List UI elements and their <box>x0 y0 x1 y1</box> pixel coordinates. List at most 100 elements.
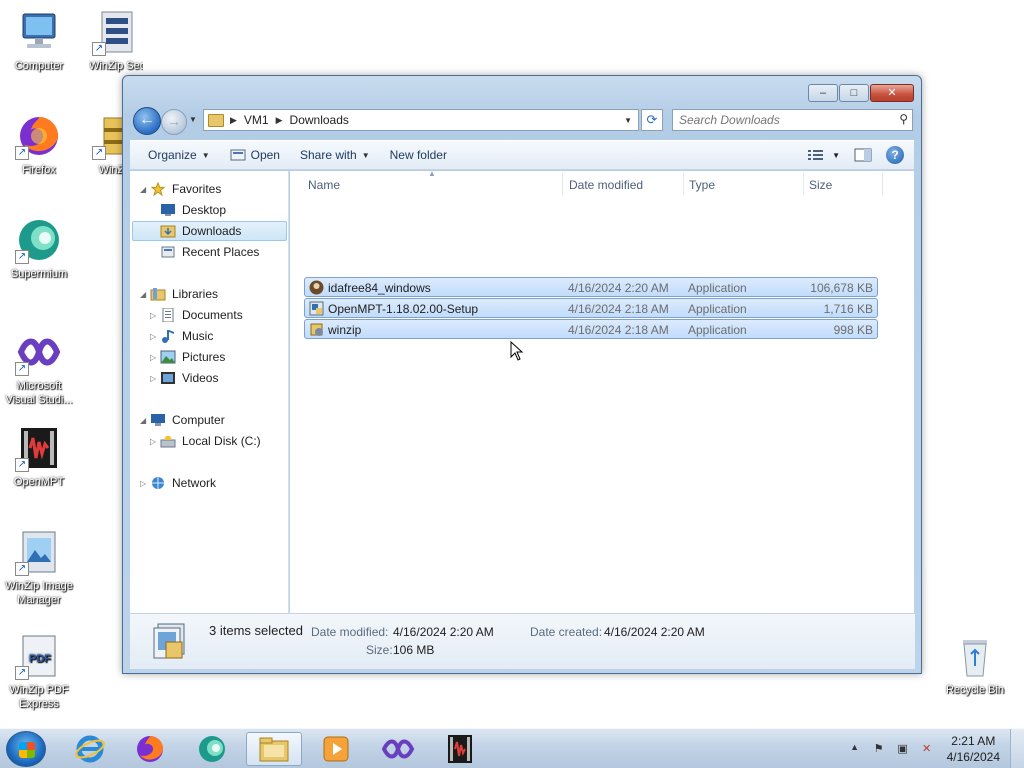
winzip-secure-icon: ↗ <box>92 8 140 56</box>
refresh-button[interactable]: ⟳ <box>641 109 663 131</box>
breadcrumb-vm1[interactable]: VM1 <box>244 113 269 127</box>
nav-favorites[interactable]: ◢ Favorites <box>140 179 221 199</box>
downloads-folder-icon <box>160 225 176 238</box>
recent-pages-dropdown[interactable]: ▼ <box>189 115 197 124</box>
desktop-icon-firefox[interactable]: ↗ Firefox <box>1 112 77 177</box>
breadcrumb-downloads[interactable]: Downloads <box>290 113 349 127</box>
file-date: 4/16/2024 2:18 AM <box>568 323 669 337</box>
desktop-icon-computer[interactable]: Computer <box>1 8 77 73</box>
command-bar: Organize ▼ Open Share with ▼ New folder … <box>130 140 914 170</box>
expand-triangle-icon[interactable]: ◢ <box>140 290 150 299</box>
nav-computer-label: Computer <box>172 413 225 427</box>
network-tray-icon[interactable]: ▣ <box>895 742 911 756</box>
taskbar-supermium[interactable] <box>184 732 240 766</box>
back-button[interactable]: ← <box>133 107 161 135</box>
desktop-icon-winzip-image-manager[interactable]: ↗ WinZip Image Manager <box>1 528 77 607</box>
help-button[interactable]: ? <box>886 146 904 164</box>
expand-triangle-icon[interactable]: ◢ <box>140 416 150 425</box>
recycle-bin-icon <box>951 632 999 680</box>
taskbar-firefox[interactable] <box>122 732 178 766</box>
chevron-down-icon: ▼ <box>832 150 840 160</box>
open-button[interactable]: Open <box>220 143 290 167</box>
new-folder-button[interactable]: New folder <box>380 143 457 167</box>
preview-pane-icon[interactable] <box>854 148 872 162</box>
winzip-image-manager-icon: ↗ <box>15 528 63 576</box>
expand-arrow-icon[interactable]: ▷ <box>150 311 160 320</box>
organize-button[interactable]: Organize ▼ <box>138 143 220 167</box>
nav-desktop[interactable]: Desktop <box>160 200 226 220</box>
address-bar[interactable]: ▶ VM1 ▶ Downloads ▼ <box>203 109 639 131</box>
minimize-button[interactable]: ‒ <box>808 84 838 102</box>
address-dropdown-icon[interactable]: ▼ <box>624 116 632 125</box>
selection-count: 3 items selected <box>209 623 303 638</box>
nav-recent-places[interactable]: Recent Places <box>160 242 259 262</box>
file-list[interactable]: Name ▲ Date modified Type Size idafree84… <box>290 169 914 613</box>
start-button[interactable] <box>6 731 46 767</box>
desktop-icon-supermium[interactable]: ↗ Supermium <box>1 216 77 281</box>
action-center-flag-icon[interactable]: ⚑ <box>871 742 887 756</box>
caption-buttons: ‒ □ ✕ <box>808 84 914 102</box>
nav-libraries[interactable]: ◢ Libraries <box>140 284 218 304</box>
star-icon <box>150 182 166 196</box>
clock-date: 4/16/2024 <box>946 750 1000 764</box>
file-row-winzip[interactable]: winzip 4/16/2024 2:18 AM Application 998… <box>304 319 878 339</box>
nav-videos[interactable]: ▷ Videos <box>150 368 218 388</box>
multiple-files-icon <box>153 623 185 659</box>
search-input[interactable] <box>673 110 883 130</box>
desktop-icon-visual-studio[interactable]: ↗ Microsoft Visual Studi... <box>1 328 77 407</box>
computer-icon <box>151 414 165 426</box>
nav-pictures[interactable]: ▷ Pictures <box>150 347 225 367</box>
expand-arrow-icon[interactable]: ▷ <box>150 353 160 362</box>
nav-local-disk[interactable]: ▷ Local Disk (C:) <box>150 431 261 451</box>
expand-arrow-icon[interactable]: ▷ <box>150 332 160 341</box>
show-desktop-button[interactable] <box>1010 729 1024 768</box>
column-date-modified[interactable]: Date modified <box>569 178 643 192</box>
share-with-button[interactable]: Share with ▼ <box>290 143 380 167</box>
taskbar-visual-studio[interactable] <box>370 732 426 766</box>
openmpt-icon: ↗ <box>15 424 63 472</box>
clock[interactable]: 2:21 AM 4/16/2024 <box>947 733 1000 765</box>
folder-icon <box>208 113 224 127</box>
file-row-openmpt-setup[interactable]: OpenMPT-1.18.02.00-Setup 4/16/2024 2:18 … <box>304 298 878 318</box>
nav-downloads[interactable]: Downloads <box>132 221 287 241</box>
internet-explorer-icon <box>75 735 105 763</box>
taskbar-media-player[interactable] <box>308 732 364 766</box>
file-size: 1,716 KB <box>823 302 873 316</box>
volume-muted-icon[interactable]: ✕ <box>919 742 935 756</box>
svg-text:PDF: PDF <box>29 653 51 665</box>
maximize-button[interactable]: □ <box>839 84 869 102</box>
expand-arrow-icon[interactable]: ▷ <box>150 374 160 383</box>
desktop-icon-openmpt[interactable]: ↗ OpenMPT <box>1 424 77 489</box>
expand-arrow-icon[interactable]: ▷ <box>150 437 160 446</box>
expand-arrow-icon[interactable]: ▷ <box>140 479 150 488</box>
nav-network[interactable]: ▷ Network <box>140 473 216 493</box>
nav-documents[interactable]: ▷ Documents <box>150 305 243 325</box>
change-view-button[interactable]: ▼ <box>808 149 840 161</box>
show-hidden-icons-button[interactable]: ▲ <box>847 742 863 756</box>
supermium-icon <box>199 736 225 762</box>
file-row-idafree[interactable]: idafree84_windows 4/16/2024 2:20 AM Appl… <box>304 277 878 297</box>
column-name[interactable]: Name <box>308 178 340 192</box>
nav-music[interactable]: ▷ Music <box>150 326 213 346</box>
taskbar-internet-explorer[interactable] <box>62 732 118 766</box>
explorer-window[interactable]: ‒ □ ✕ ← → ▼ ▶ VM1 ▶ Downloads ▼ ⟳ ⚲ Orga… <box>122 75 922 674</box>
column-size[interactable]: Size <box>809 178 832 192</box>
taskbar-windows-explorer[interactable] <box>246 732 302 766</box>
nav-computer[interactable]: ◢ Computer <box>140 410 225 430</box>
firefox-icon <box>137 735 164 762</box>
close-button[interactable]: ✕ <box>870 84 914 102</box>
desktop-icon-recycle-bin[interactable]: Recycle Bin <box>937 632 1013 697</box>
firefox-icon: ↗ <box>15 112 63 160</box>
nav-documents-label: Documents <box>182 308 243 322</box>
taskbar-openmpt[interactable] <box>432 732 488 766</box>
forward-button[interactable]: → <box>161 109 187 135</box>
taskbar: ▲ ⚑ ▣ ✕ 2:21 AM 4/16/2024 <box>0 728 1024 768</box>
column-type[interactable]: Type <box>689 178 715 192</box>
search-box[interactable]: ⚲ <box>672 109 913 131</box>
new-folder-label: New folder <box>389 148 447 162</box>
expand-triangle-icon[interactable]: ◢ <box>140 185 150 194</box>
column-headers: Name ▲ Date modified Type Size <box>290 169 914 197</box>
mouse-cursor <box>510 341 524 361</box>
nav-libraries-label: Libraries <box>172 287 219 301</box>
desktop-icon-winzip-pdf-express[interactable]: PDF ↗ WinZip PDF Express <box>1 632 77 711</box>
